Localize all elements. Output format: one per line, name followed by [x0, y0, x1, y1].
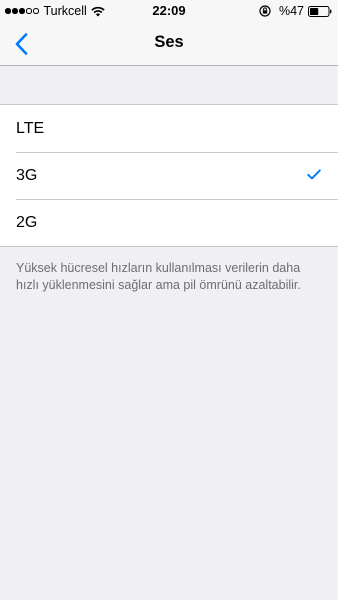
- rotation-lock-icon: [259, 5, 271, 17]
- option-lte[interactable]: LTE: [0, 105, 338, 152]
- option-label: 3G: [16, 166, 38, 184]
- footer-note: Yüksek hücresel hızların kullanılması ve…: [16, 261, 301, 292]
- status-right: %47: [259, 3, 332, 19]
- option-2g[interactable]: 2G: [0, 199, 338, 246]
- option-label: 2G: [16, 213, 38, 231]
- status-bar: Turkcell 22:09 %47: [0, 0, 338, 22]
- option-3g[interactable]: 3G: [0, 152, 338, 199]
- battery-percent: %47: [278, 4, 304, 18]
- options-list: LTE 3G 2G: [0, 104, 338, 247]
- page-title: Ses: [154, 33, 184, 51]
- checkmark-icon: [307, 169, 321, 180]
- navigation-bar: Ses: [0, 22, 338, 66]
- option-label: LTE: [16, 119, 45, 137]
- battery-icon: [308, 5, 332, 17]
